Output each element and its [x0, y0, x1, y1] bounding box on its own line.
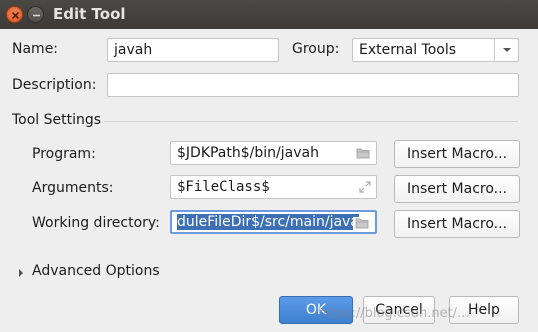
- arguments-label: Arguments:: [32, 180, 114, 196]
- arguments-input[interactable]: $FileClass$: [170, 175, 377, 199]
- close-icon[interactable]: [6, 6, 23, 23]
- title-bar: Edit Tool: [0, 0, 538, 29]
- group-select[interactable]: External Tools: [352, 38, 519, 62]
- chevron-right-icon: [19, 269, 23, 277]
- chevron-down-icon[interactable]: [494, 39, 518, 61]
- arguments-insert-macro-button[interactable]: Insert Macro...: [394, 175, 520, 203]
- program-label: Program:: [32, 146, 96, 162]
- folder-icon[interactable]: [353, 217, 370, 232]
- arguments-value: $FileClass$: [177, 179, 270, 195]
- group-label: Group:: [292, 41, 340, 57]
- working-directory-input[interactable]: duleFileDir$/src/main/java: [170, 210, 377, 234]
- program-insert-macro-button[interactable]: Insert Macro...: [394, 140, 520, 168]
- description-label: Description:: [12, 77, 97, 93]
- group-value: External Tools: [359, 42, 457, 58]
- name-label: Name:: [12, 41, 59, 57]
- tool-settings-title: Tool Settings: [12, 112, 102, 128]
- name-value: javah: [114, 42, 153, 58]
- section-divider: [104, 121, 518, 122]
- advanced-options-label: Advanced Options: [32, 263, 160, 279]
- working-directory-insert-macro-button[interactable]: Insert Macro...: [394, 210, 520, 238]
- working-directory-value: duleFileDir$/src/main/java: [177, 214, 359, 230]
- minimize-icon[interactable]: [27, 6, 44, 23]
- description-input[interactable]: [107, 73, 519, 97]
- working-directory-label: Working directory:: [32, 215, 160, 231]
- program-value: $JDKPath$/bin/javah: [177, 145, 319, 161]
- window-title: Edit Tool: [53, 5, 126, 23]
- watermark: https://blog.csdn.net/...: [318, 306, 470, 321]
- name-input[interactable]: javah: [107, 38, 279, 62]
- folder-icon[interactable]: [356, 147, 371, 163]
- expand-icon[interactable]: [359, 181, 371, 197]
- program-input[interactable]: $JDKPath$/bin/javah: [170, 141, 377, 165]
